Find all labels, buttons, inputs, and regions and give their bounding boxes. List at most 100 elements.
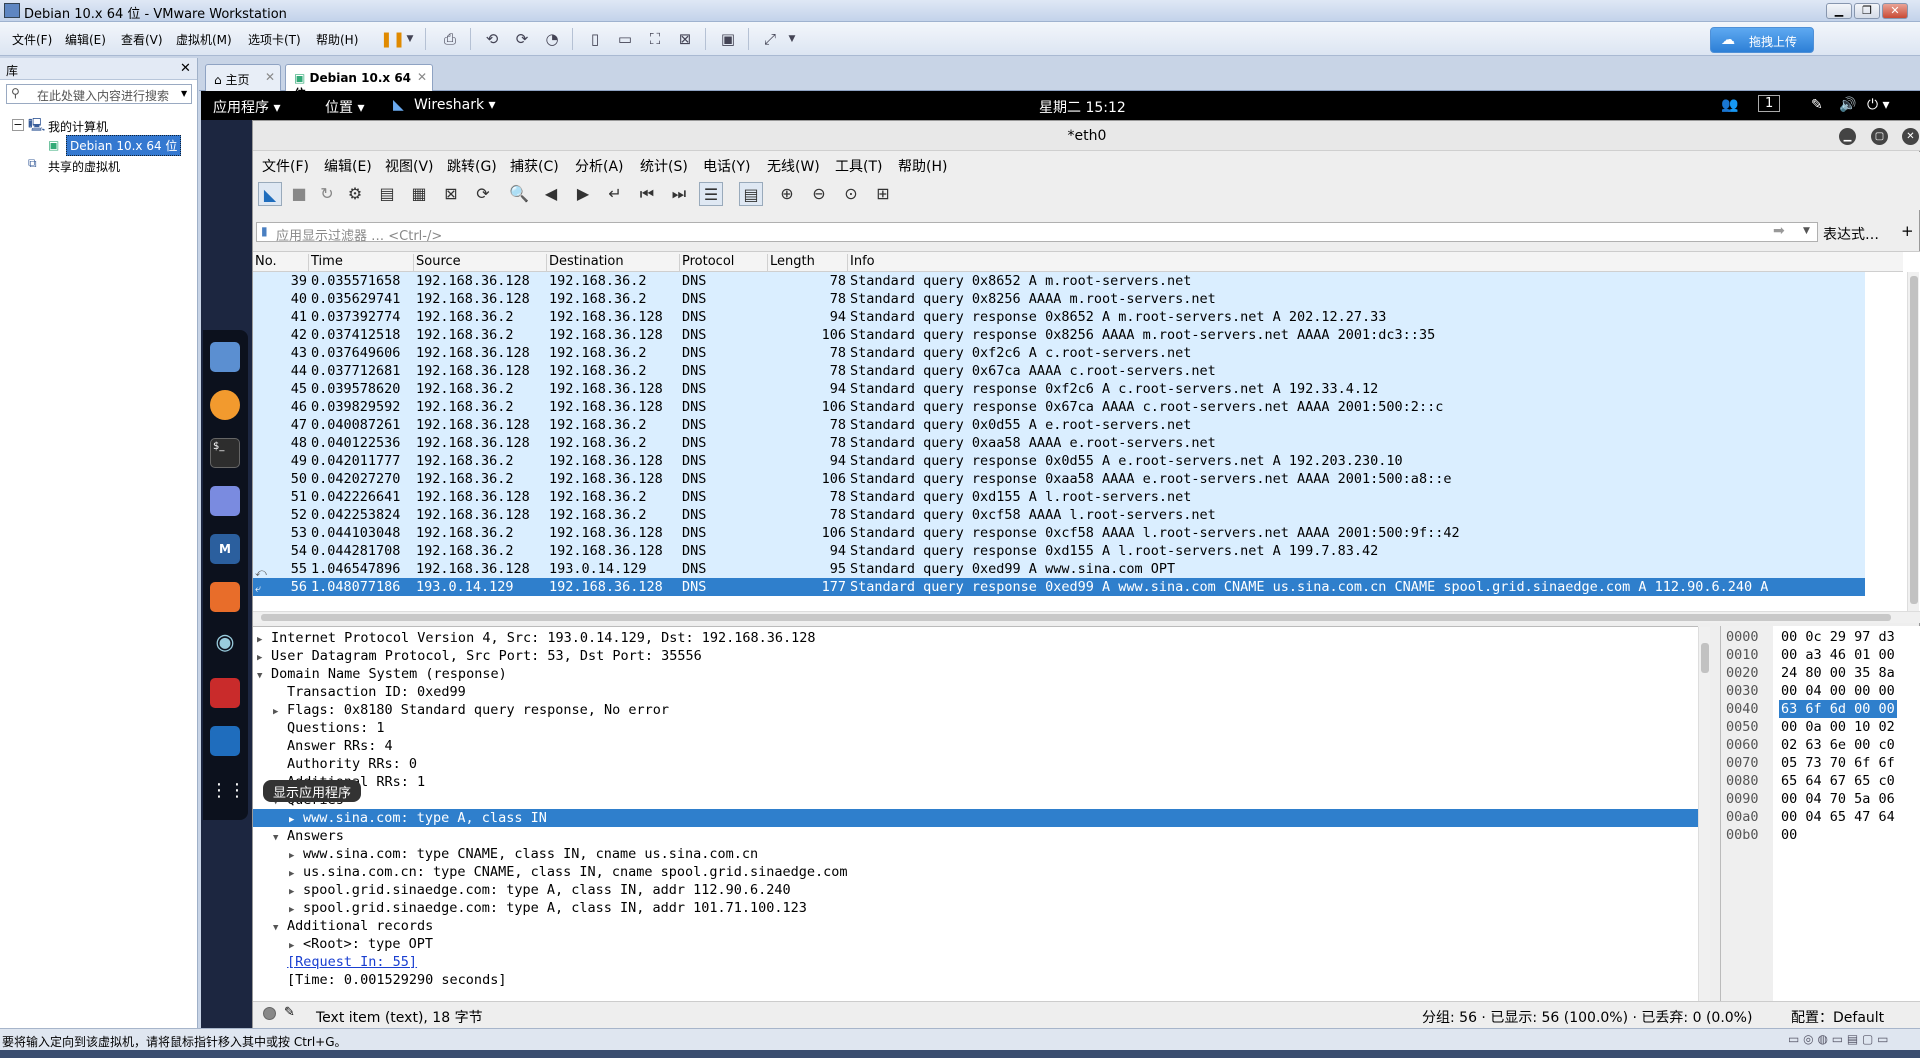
metasploit-icon[interactable]: M <box>210 534 240 564</box>
chevron-down-icon[interactable]: ▼ <box>181 89 187 98</box>
detail-row[interactable]: ▼Queries <box>253 791 1698 809</box>
ws-menu-go[interactable]: 跳转(G) <box>447 156 497 176</box>
ws-menu-edit[interactable]: 编辑(E) <box>324 156 372 176</box>
reload-icon[interactable]: ⟳ <box>471 182 495 206</box>
unity-icon[interactable]: ⊠ <box>675 29 695 49</box>
col-info[interactable]: Info <box>848 254 1848 272</box>
resize-columns-icon[interactable]: ⊞ <box>871 182 895 206</box>
zoom-out-icon[interactable]: ⊖ <box>807 182 831 206</box>
byte-row[interactable]: 0070 05 73 70 6f 6f <box>1721 754 1920 772</box>
tab-home[interactable]: ⌂ 主页 ✕ <box>205 64 281 91</box>
packet-row[interactable]: 53 0.044103048 192.168.36.2 192.168.36.128 D… <box>253 524 1865 542</box>
go-to-packet-icon[interactable]: ↵ <box>603 182 627 206</box>
menu-edit[interactable]: 编辑(E) <box>65 31 106 48</box>
packet-row[interactable]: 55 1.046547896 192.168.36.128 193.0.14.129 D… <box>253 560 1865 578</box>
chevron-down-icon[interactable]: ▼ <box>782 29 802 49</box>
detail-row[interactable]: Answer RRs: 4 <box>253 737 1698 755</box>
expert-info-icon[interactable] <box>263 1007 276 1020</box>
terminal-app-icon[interactable]: $_ <box>210 438 240 468</box>
ws-menu-analyze[interactable]: 分析(A) <box>575 156 624 176</box>
menu-file[interactable]: 文件(F) <box>12 31 52 48</box>
first-packet-icon[interactable]: ⏮ <box>635 182 659 206</box>
tab-debian[interactable]: ▣ Debian 10.x 64 位 ✕ <box>285 64 433 101</box>
byte-row[interactable]: 0040 63 6f 6d 00 00 <box>1721 700 1920 718</box>
revert-snapshot-icon[interactable]: ⟳ <box>512 29 532 49</box>
snapshot-icon[interactable]: ⟲ <box>482 29 502 49</box>
detail-row[interactable]: ▶ <Root>: type OPT <box>253 935 1698 953</box>
detail-row[interactable]: ▼ Answers <box>253 827 1698 845</box>
chevron-down-icon[interactable]: ▼ <box>1803 226 1810 236</box>
packet-row[interactable]: 49 0.042011777 192.168.36.2 192.168.36.128 D… <box>253 452 1865 470</box>
detail-row[interactable]: ▶ spool.grid.sinaedge.com: type A, class … <box>253 899 1698 917</box>
col-protocol[interactable]: Protocol <box>680 254 768 272</box>
close-icon[interactable]: ✕ <box>265 70 275 84</box>
col-source[interactable]: Source <box>414 254 547 272</box>
byte-row[interactable]: 0060 02 63 6e 00 c0 <box>1721 736 1920 754</box>
tree-item-shared[interactable]: 共享的虚拟机 <box>48 158 120 175</box>
byte-row[interactable]: 0000 00 0c 29 97 d3 <box>1721 628 1920 646</box>
find-packet-icon[interactable]: 🔍 <box>507 182 531 206</box>
pen-icon[interactable]: ✎ <box>1811 97 1823 113</box>
pause-icon[interactable]: ❚❚ <box>380 29 405 49</box>
packet-details[interactable]: ▶ Internet Protocol Version 4, Src: 193.0… <box>253 626 1710 1002</box>
auto-scroll-icon[interactable]: ☰ <box>699 182 723 206</box>
details-scrollbar[interactable] <box>1698 627 1710 1002</box>
snapshot-manager-icon[interactable]: ◔ <box>542 29 562 49</box>
byte-row[interactable]: 0080 65 64 67 65 c0 <box>1721 772 1920 790</box>
packet-row[interactable]: 54 0.044281708 192.168.36.2 192.168.36.128 D… <box>253 542 1865 560</box>
show-apps-icon[interactable]: ⋮⋮⋮ <box>210 776 264 806</box>
volume-icon[interactable]: 🔊 <box>1839 97 1856 113</box>
packet-row[interactable]: 45 0.039578620 192.168.36.2 192.168.36.128 D… <box>253 380 1865 398</box>
col-length[interactable]: Length <box>768 254 848 272</box>
col-time[interactable]: Time <box>309 254 414 272</box>
ws-menu-help[interactable]: 帮助(H) <box>898 156 947 176</box>
detail-row[interactable]: [Time: 0.001529290 seconds] <box>253 971 1698 989</box>
col-no[interactable]: No. <box>253 254 309 272</box>
scroll-thumb[interactable] <box>1910 276 1918 604</box>
display-filter-input[interactable]: ▮ 应用显示过滤器 … <Ctrl-/> ➡ ▼ <box>256 222 1818 244</box>
bookmark-icon[interactable]: ▮ <box>261 224 268 238</box>
ws-menu-telephony[interactable]: 电话(Y) <box>703 156 750 176</box>
detail-row[interactable]: ▶ www.sina.com: type CNAME, class IN, cna… <box>253 845 1698 863</box>
packet-row[interactable]: 39 0.035571658 192.168.36.128 192.168.36.2 D… <box>253 272 1865 290</box>
go-back-icon[interactable]: ◀ <box>539 182 563 206</box>
console-view-icon[interactable]: ▭ <box>615 29 635 49</box>
wireshark-dock-icon[interactable] <box>210 726 240 756</box>
capture-options-icon[interactable]: ⚙ <box>343 182 367 206</box>
ws-menu-capture[interactable]: 捕获(C) <box>510 156 559 176</box>
upload-button[interactable]: ☁ 拖拽上传 <box>1710 27 1814 53</box>
close-icon[interactable]: ✕ <box>180 61 191 76</box>
byte-row[interactable]: 0030 00 04 00 00 00 <box>1721 682 1920 700</box>
zoom-in-icon[interactable]: ⊕ <box>775 182 799 206</box>
add-filter-button[interactable]: + <box>1901 222 1914 240</box>
fullscreen-icon[interactable]: ⛶ <box>645 29 665 49</box>
device-icons[interactable]: ▭ ◎ ◍ ▭ ▤ ▢ ▭ <box>1788 1032 1889 1046</box>
packet-row[interactable]: 46 0.039829592 192.168.36.2 192.168.36.128 D… <box>253 398 1865 416</box>
detail-row[interactable]: Authority RRs: 0 <box>253 755 1698 773</box>
detail-row-selected[interactable]: ▶ www.sina.com: type A, class IN <box>253 809 1698 827</box>
ws-menu-view[interactable]: 视图(V) <box>385 156 434 176</box>
ws-minimize-button[interactable]: ▁ <box>1839 128 1856 145</box>
activities-menu[interactable]: 应用程序 ▾ <box>213 97 280 117</box>
packet-row[interactable]: 43 0.037649606 192.168.36.128 192.168.36.2 D… <box>253 344 1865 362</box>
cherry-icon[interactable] <box>210 678 240 708</box>
people-icon[interactable]: 👥 <box>1721 97 1738 113</box>
edit-comment-icon[interactable]: ✎ <box>284 1005 295 1020</box>
byte-row[interactable]: 0090 00 04 70 5a 06 <box>1721 790 1920 808</box>
detail-row[interactable]: ▶ User Datagram Protocol, Src Port: 53, D… <box>253 647 1698 665</box>
detail-row[interactable]: ▶ us.sina.com.cn: type CNAME, class IN, c… <box>253 863 1698 881</box>
start-capture-icon[interactable]: ◣ <box>258 182 282 206</box>
detail-row[interactable]: ▼ Additional records <box>253 917 1698 935</box>
detail-text[interactable]: [Request In: 55] <box>287 954 417 970</box>
minimize-button[interactable]: ▁ <box>1826 3 1852 19</box>
packet-list[interactable]: No. Time Source Destination Protocol Len… <box>253 251 1920 612</box>
open-file-icon[interactable]: ▤ <box>375 182 399 206</box>
detail-row[interactable]: ▶ spool.grid.sinaedge.com: type A, class … <box>253 881 1698 899</box>
detail-row[interactable]: ▶ Internet Protocol Version 4, Src: 193.0… <box>253 629 1698 647</box>
apply-filter-icon[interactable]: ➡ <box>1773 223 1785 239</box>
files-icon[interactable] <box>210 342 240 372</box>
wireshark-app-menu[interactable]: Wireshark ▾ <box>414 97 496 113</box>
go-forward-icon[interactable]: ▶ <box>571 182 595 206</box>
colorize-icon[interactable]: ▤ <box>739 182 763 206</box>
stretch-icon[interactable]: ⤢ <box>760 29 780 49</box>
